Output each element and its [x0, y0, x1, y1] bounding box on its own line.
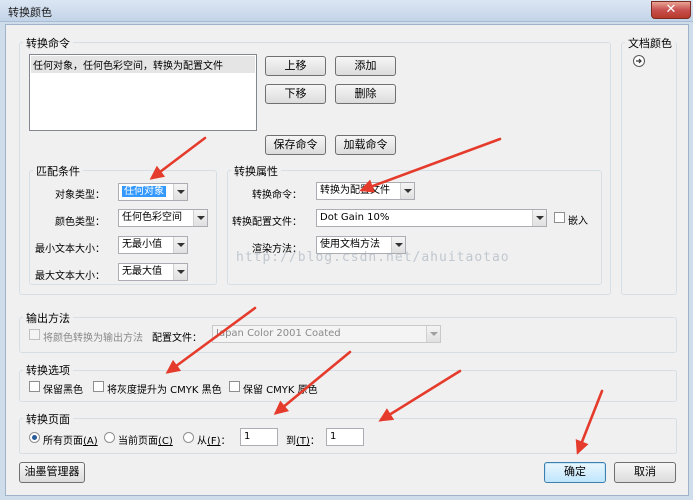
annotation-arrow-head [378, 408, 395, 422]
annotation-arrows [149, 136, 604, 455]
annotation-arrow-line [379, 369, 462, 422]
annotation-arrow-head [575, 439, 589, 455]
annotation-arrow-line [166, 306, 257, 374]
annotation-arrow-line [274, 350, 352, 415]
annotation-arrow-line [360, 137, 502, 192]
annotation-arrow-head [359, 179, 375, 193]
